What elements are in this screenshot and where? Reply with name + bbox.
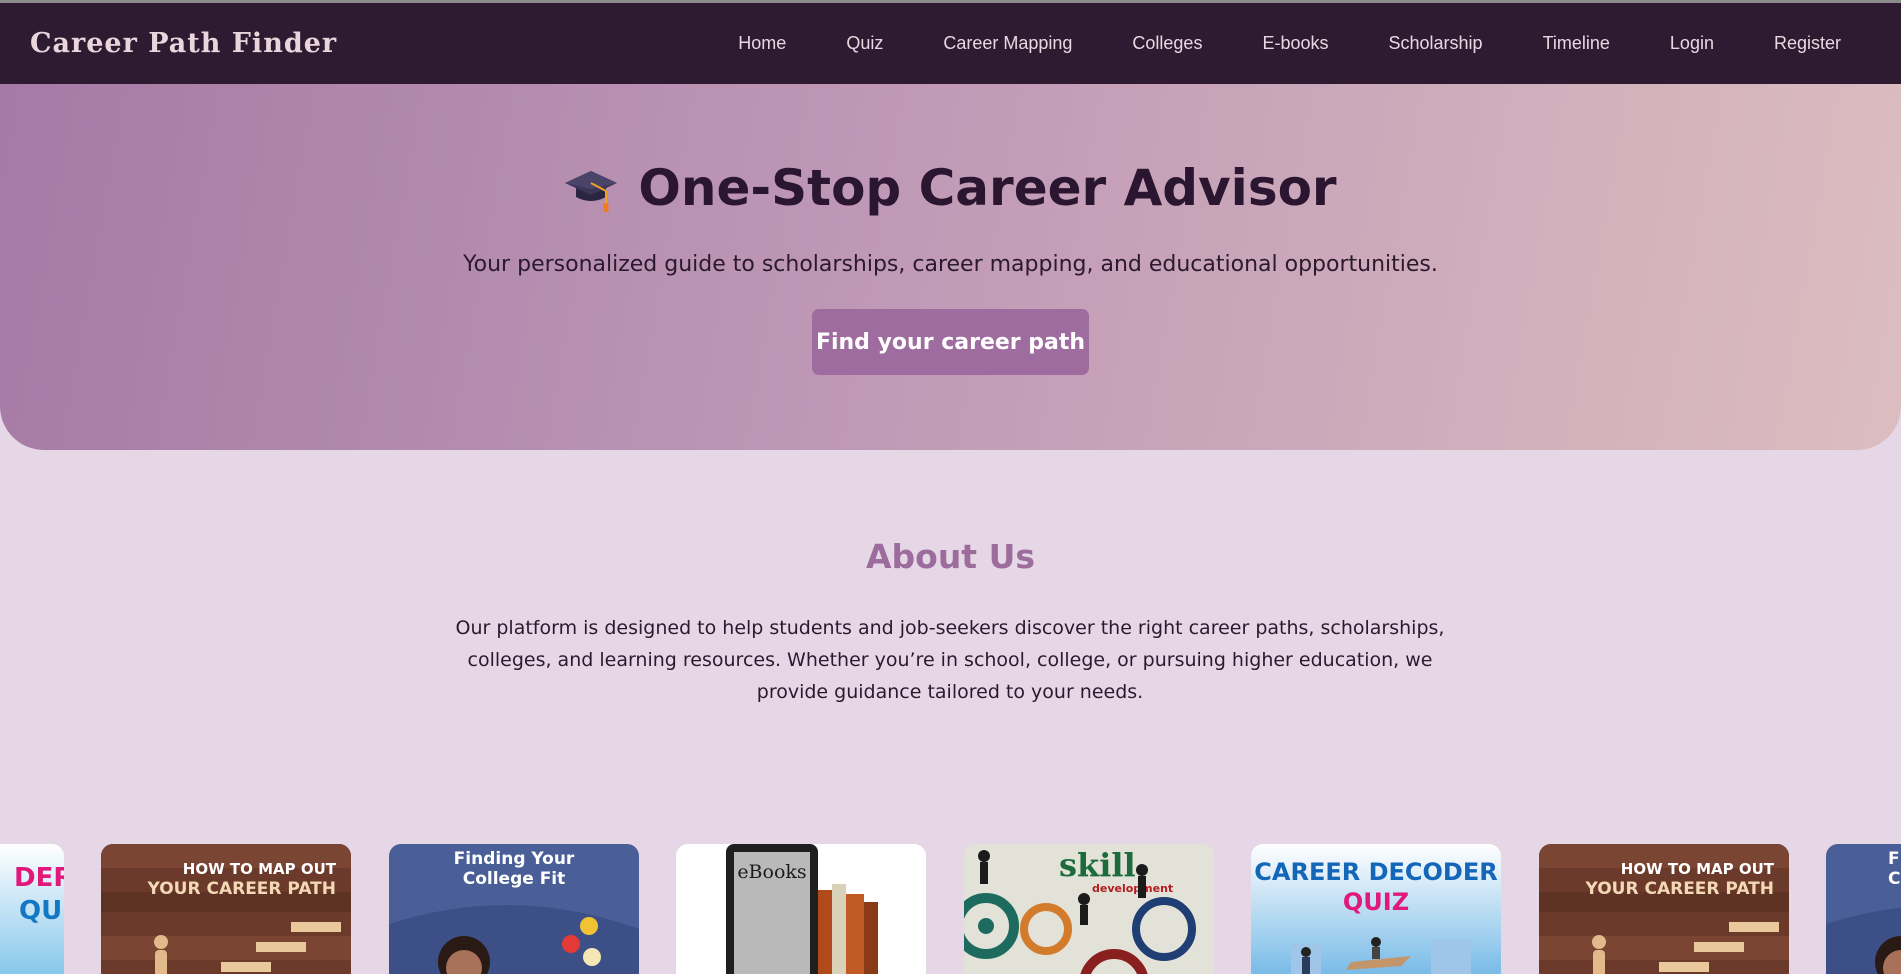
hero-title-text: One-Stop Career Advisor [638,159,1337,217]
card-6-line-1: YOUR CAREER PATH [1585,879,1775,899]
nav-career-mapping[interactable]: Career Mapping [913,33,1102,54]
card-7-line-1: C [1888,869,1900,889]
graduation-cap-icon [564,163,618,213]
carousel-card-career-map[interactable]: HOW TO MAP OUT YOUR CAREER PATH [101,844,351,974]
nav-colleges[interactable]: Colleges [1102,33,1232,54]
carousel-card-college-fit-partial[interactable]: F C [1826,844,1901,974]
nav-home[interactable]: Home [708,33,816,54]
card-0-line-1: QUIZ [19,896,64,926]
hero-subtitle: Your personalized guide to scholarships,… [463,252,1438,277]
card-6-line-0: HOW TO MAP OUT [1621,860,1775,878]
carousel-card-career-quiz[interactable]: CAREER DECODER QUIZ [1251,844,1501,974]
carousel-card-college-fit[interactable]: Finding Your College Fit [389,844,639,974]
card-1-line-1: YOUR CAREER PATH [147,879,337,899]
top-navbar: Career Path Finder Home Quiz Career Mapp… [0,3,1901,84]
card-4-line-0: skill [1059,846,1136,884]
nav-quiz[interactable]: Quiz [816,33,913,54]
image-carousel[interactable]: DER QUIZ HOW TO MAP OUT YOUR CAREER PATH… [0,844,1901,974]
brand-logo[interactable]: Career Path Finder [30,28,337,59]
nav-register[interactable]: Register [1744,33,1871,54]
about-text: Our platform is designed to help student… [455,617,1445,703]
card-1-line-0: HOW TO MAP OUT [183,860,337,878]
nav-scholarship[interactable]: Scholarship [1359,33,1513,54]
nav-ebooks[interactable]: E-books [1232,33,1358,54]
about-title: About Us [865,537,1036,576]
card-4-line-1: development [1092,882,1173,895]
card-2-line-1: College Fit [463,869,566,889]
card-2-line-0: Finding Your [454,849,575,869]
card-5-line-1: QUIZ [1343,888,1409,916]
carousel-card-career-map-repeat[interactable]: HOW TO MAP OUT YOUR CAREER PATH [1539,844,1789,974]
carousel-card-quiz-partial[interactable]: DER QUIZ [0,844,64,974]
card-3-line-0: eBooks [737,861,806,883]
find-career-path-button[interactable]: Find your career path [812,309,1089,375]
card-7-line-0: F [1888,849,1900,869]
nav-links: Home Quiz Career Mapping Colleges E-book… [708,33,1871,54]
hero-section: One-Stop Career Advisor Your personalize… [0,84,1901,450]
carousel-card-skill-development[interactable]: skill development [964,844,1214,974]
nav-login[interactable]: Login [1640,33,1744,54]
nav-timeline[interactable]: Timeline [1513,33,1640,54]
card-5-line-0: CAREER DECODER [1254,858,1497,886]
hero-title: One-Stop Career Advisor [0,159,1901,217]
card-0-line-0: DER [14,863,64,893]
carousel-card-ebooks[interactable]: eBooks [676,844,926,974]
